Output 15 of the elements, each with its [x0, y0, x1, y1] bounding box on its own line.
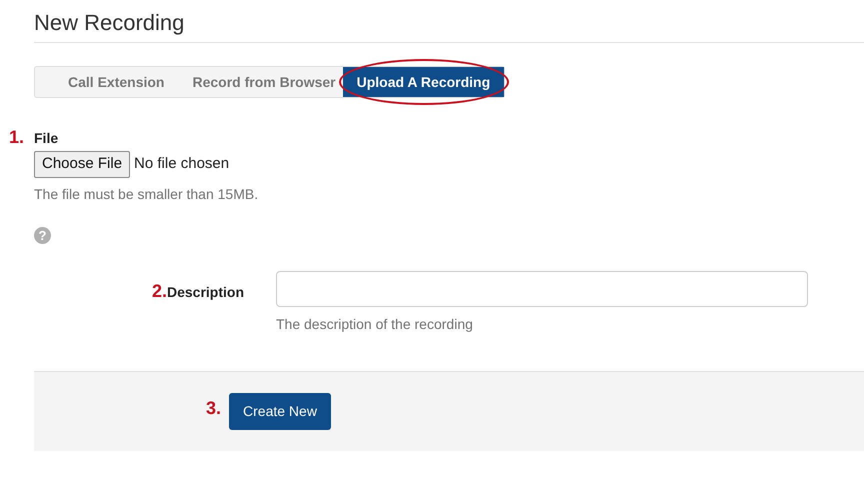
tab[interactable]: Call Extension [35, 67, 186, 98]
tab[interactable]: Record from Browser [185, 67, 343, 98]
step-number: 3. [206, 396, 222, 420]
page-title: New Recording [34, 10, 864, 44]
step-number: 2. [152, 280, 167, 303]
help-text: The file must be smaller than 15MB. [34, 184, 260, 204]
tab[interactable]: Upload A Recording [342, 67, 504, 98]
field-label: Description [166, 282, 244, 302]
create-new-button[interactable]: Create New [229, 392, 331, 430]
field-label: File [34, 129, 60, 148]
description-field[interactable] [276, 270, 808, 307]
choose-file-button[interactable]: Choose File [34, 151, 130, 178]
file-status: No file chosen [134, 154, 230, 174]
help-text: The description of the recording [276, 314, 474, 334]
step-number: 1. [9, 126, 24, 150]
